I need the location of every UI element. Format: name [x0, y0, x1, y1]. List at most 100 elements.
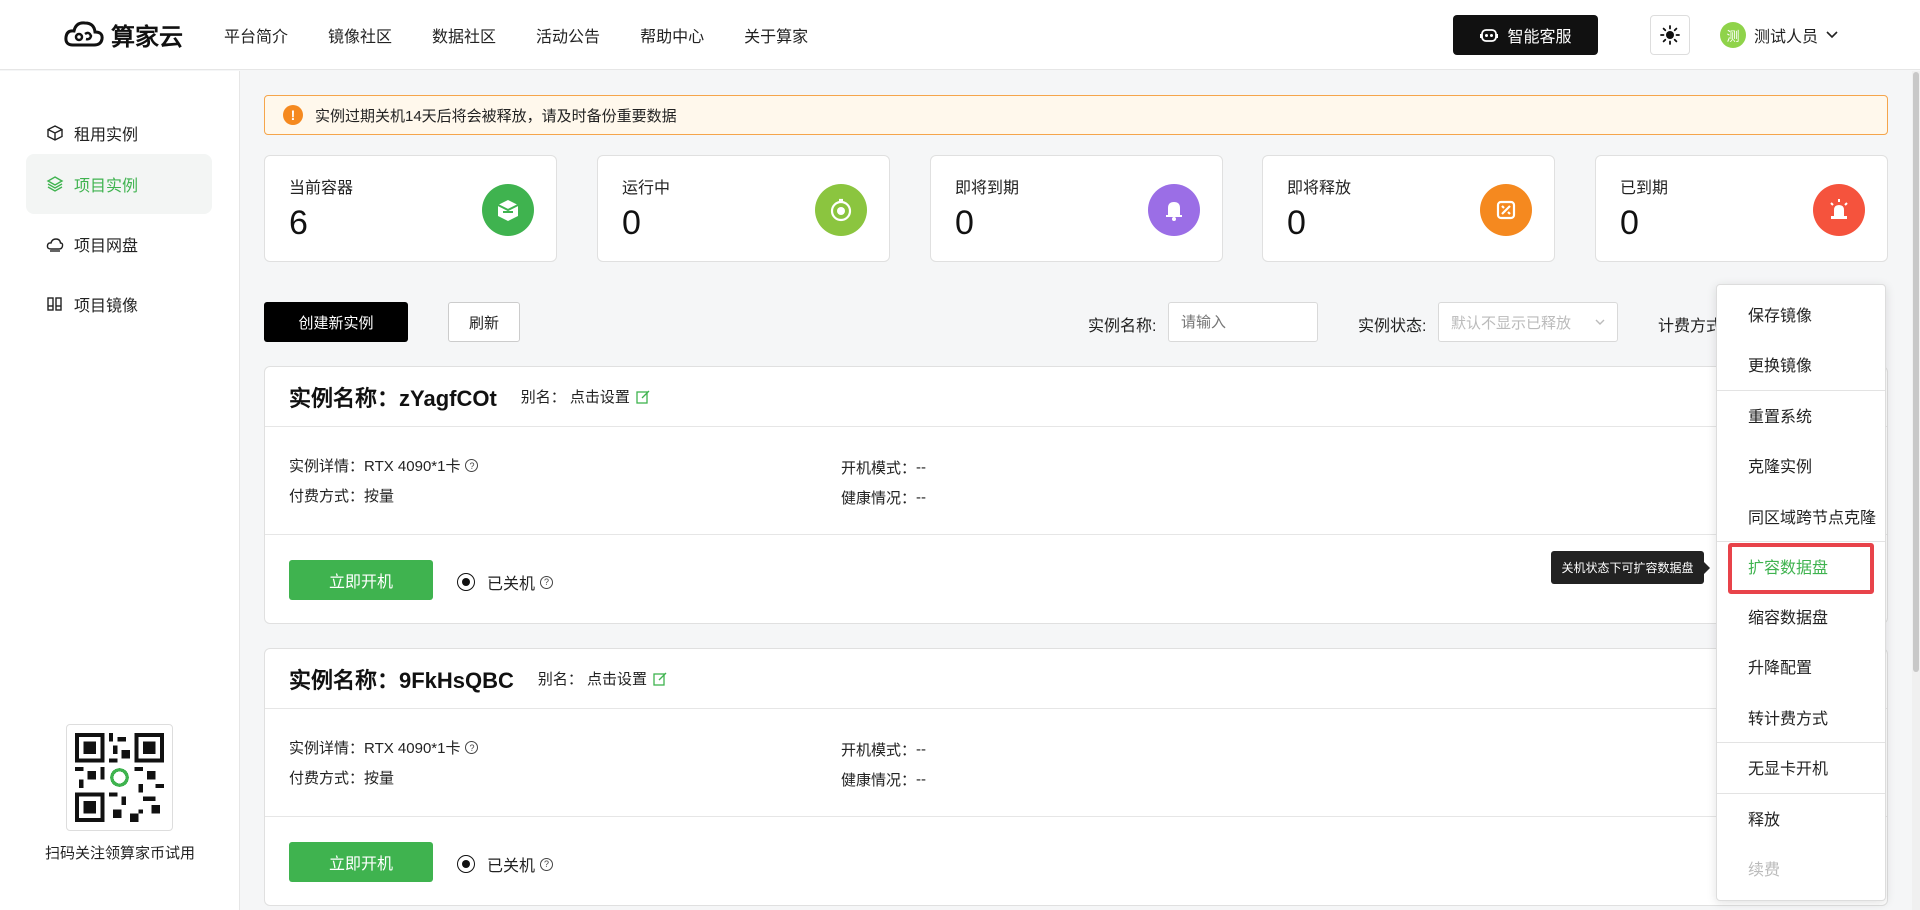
card-footer: 立即开机 已关机 ?: [265, 816, 1887, 906]
detail-value: RTX 4090*1卡: [364, 458, 461, 475]
alias-set-link[interactable]: 点击设置: [587, 668, 647, 689]
alias: 别名： 点击设置: [538, 668, 667, 689]
boot-label: 开机模式：: [841, 460, 917, 477]
bell-icon: [1148, 184, 1200, 236]
state-label: 已关机: [487, 576, 536, 593]
card-header: 实例名称：9FkHsQBC 别名： 点击设置: [265, 649, 1887, 709]
instance-name-label: 实例名称:: [1088, 318, 1157, 335]
sidebar-item-label: 项目实例: [74, 178, 139, 195]
nav-item-image-community[interactable]: 镜像社区: [328, 23, 392, 47]
radio-icon: [457, 573, 475, 591]
tooltip: 关机状态下可扩容数据盘: [1551, 551, 1710, 584]
radio-icon: [457, 855, 475, 873]
release-icon: [1480, 184, 1532, 236]
boot-value: --: [916, 459, 927, 476]
chevron-down-icon: [1595, 319, 1605, 325]
smart-service-button[interactable]: 智能客服: [1453, 15, 1598, 55]
menu-item-reset-system[interactable]: 重置系统: [1717, 395, 1885, 435]
stat-card-expired: 已到期 0: [1595, 155, 1888, 262]
sidebar: 租用实例 项目实例 项目网盘 项目镜像 扫码关注领算家币试用: [0, 71, 240, 910]
nav-item-data-community[interactable]: 数据社区: [432, 23, 496, 47]
cube-icon: [47, 125, 63, 141]
instance-title: 实例名称：zYagfCOt: [289, 385, 497, 411]
start-now-button[interactable]: 立即开机: [289, 560, 433, 600]
logo-text: 算家云: [111, 23, 183, 51]
stat-value: 0: [1620, 204, 1639, 242]
layers-icon: [46, 176, 64, 192]
start-now-button[interactable]: 立即开机: [289, 842, 433, 882]
instance-status-label: 实例状态:: [1358, 318, 1427, 335]
stat-label: 运行中: [622, 180, 671, 197]
menu-divider: [1717, 390, 1885, 391]
stat-card-running: 运行中 0: [597, 155, 890, 262]
qr-code: [66, 724, 173, 831]
menu-item-change-config[interactable]: 升降配置: [1717, 646, 1885, 686]
pay-value: 按量: [364, 770, 395, 787]
menu-item-change-image[interactable]: 更换镜像: [1717, 344, 1885, 384]
pay-label: 付费方式：: [289, 770, 365, 787]
warning-icon: !: [283, 105, 303, 125]
cloud-logo-icon: [64, 21, 104, 47]
theme-toggle-button[interactable]: [1650, 15, 1690, 55]
help-icon[interactable]: ?: [465, 741, 479, 754]
help-icon[interactable]: ?: [540, 575, 554, 589]
boot-label: 开机模式：: [841, 742, 917, 759]
instance-name-input[interactable]: [1168, 302, 1318, 342]
menu-item-change-billing[interactable]: 转计费方式: [1717, 697, 1885, 737]
logo[interactable]: 算家云: [63, 14, 183, 54]
help-icon[interactable]: ?: [540, 857, 554, 871]
alias: 别名： 点击设置: [521, 386, 650, 407]
menu-item-cross-node-clone[interactable]: 同区域跨节点克隆: [1717, 496, 1885, 536]
health-status: 健康情况： --: [841, 769, 926, 790]
user-menu[interactable]: 测 测试人员: [1720, 22, 1838, 48]
alias-set-link[interactable]: 点击设置: [570, 386, 630, 407]
instance-title: 实例名称：9FkHsQBC: [289, 667, 514, 693]
pay-method: 付费方式： 按量: [289, 767, 394, 788]
user-name: 测试人员: [1754, 29, 1819, 46]
nav-item-announcements[interactable]: 活动公告: [536, 23, 600, 47]
menu-item-save-image[interactable]: 保存镜像: [1717, 294, 1885, 334]
qr-caption: 扫码关注领算家币试用: [44, 845, 195, 862]
menu-item-renew: 续费: [1748, 862, 1781, 879]
stat-card-releasing: 即将释放 0: [1262, 155, 1555, 262]
expiry-notice: ! 实例过期关机14天后将会被释放，请及时备份重要数据: [264, 95, 1888, 135]
robot-icon: [1480, 29, 1499, 42]
menu-item-no-gpu-boot[interactable]: 无显卡开机: [1717, 747, 1885, 787]
pay-value: 按量: [364, 488, 395, 505]
boot-mode: 开机模式： --: [841, 739, 926, 760]
nav-item-help[interactable]: 帮助中心: [640, 23, 704, 47]
nav-item-about[interactable]: 关于算家: [744, 23, 808, 47]
power-state: 已关机 ?: [457, 852, 554, 876]
menu-item-shrink-data-disk[interactable]: 缩容数据盘: [1717, 596, 1885, 636]
detail-label: 实例详情：: [289, 458, 365, 475]
stat-label: 即将释放: [1287, 180, 1352, 197]
scrollbar-thumb[interactable]: [1913, 72, 1919, 672]
instance-status-select[interactable]: 默认不显示已释放: [1438, 302, 1618, 342]
menu-divider: [1717, 742, 1885, 743]
sidebar-item-project-image[interactable]: 项目镜像: [26, 274, 212, 334]
sidebar-item-project-instance[interactable]: 项目实例: [26, 154, 212, 214]
cloud-disk-icon: [46, 238, 64, 252]
menu-item-clone-instance[interactable]: 克隆实例: [1717, 445, 1885, 485]
menu-divider: [1717, 793, 1885, 794]
notice-text: 实例过期关机14天后将会被释放，请及时备份重要数据: [315, 107, 677, 125]
alias-label: 别名：: [520, 389, 566, 406]
stat-value: 6: [289, 204, 308, 242]
detail-label: 实例详情：: [289, 740, 365, 757]
help-icon[interactable]: ?: [465, 459, 479, 472]
stat-label: 已到期: [1620, 180, 1669, 197]
sidebar-item-project-disk[interactable]: 项目网盘: [26, 214, 212, 274]
instance-card: 实例名称：9FkHsQBC 别名： 点击设置 实例详情： RTX 4090*1卡…: [264, 648, 1888, 906]
status-select-placeholder: 默认不显示已释放: [1451, 314, 1572, 332]
edit-icon[interactable]: [636, 390, 650, 404]
smart-service-label: 智能客服: [1507, 29, 1572, 46]
sidebar-item-label: 项目网盘: [74, 238, 139, 255]
edit-icon[interactable]: [653, 672, 667, 686]
menu-item-release[interactable]: 释放: [1717, 798, 1885, 838]
stat-value: 0: [622, 204, 641, 242]
health-status: 健康情况： --: [841, 487, 926, 508]
create-instance-button[interactable]: 创建新实例: [264, 302, 408, 342]
nav-item-intro[interactable]: 平台简介: [224, 23, 288, 47]
state-label: 已关机: [487, 858, 536, 875]
refresh-button[interactable]: 刷新: [448, 302, 520, 342]
